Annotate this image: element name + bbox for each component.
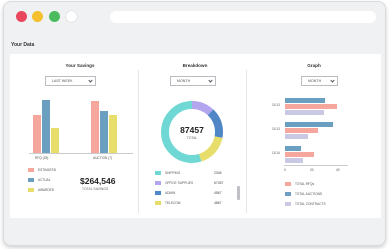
- breakdown-item-admin: ADMIN 4567: [155, 190, 225, 196]
- graph-title: Graph: [307, 63, 321, 68]
- breakdown-item-label: SHIPPING: [165, 171, 181, 175]
- breakdown-item-office-supplies: OFFICE SUPPLIES 67457: [155, 180, 225, 186]
- legend-actual-label: ACTUAL: [38, 178, 51, 182]
- browser-window: Your Data Your Savings LAST WEEK RFQ (28…: [3, 1, 386, 246]
- shipping-swatch: [155, 171, 161, 175]
- breakdown-item-label: ADMIN: [165, 191, 176, 195]
- legend-total-contracts-label: TOTAL CONTRACTS: [295, 202, 326, 206]
- legend-total-rfqs: TOTAL RFQs: [285, 181, 314, 187]
- breakdown-period-value: MONTH: [177, 79, 191, 83]
- breakdown-period-dropdown[interactable]: MONTH: [170, 76, 216, 86]
- dashboard-card: Your Savings LAST WEEK RFQ (28) AUCTION …: [10, 54, 381, 218]
- estimated-swatch: [28, 168, 34, 172]
- legend-total-auctions: TOTAL AUCTIONS: [285, 191, 322, 197]
- graph-axis: [284, 165, 348, 166]
- column-divider: [138, 70, 139, 213]
- graph-bar-total-rfqs: [285, 128, 318, 133]
- breakdown-item-label: OFFICE SUPPLIES: [165, 181, 194, 185]
- actual-swatch: [28, 178, 34, 182]
- savings-bar-awarded: [109, 115, 117, 153]
- extra-window-button[interactable]: [66, 11, 77, 22]
- graph-bar-total-contracts: [285, 134, 309, 139]
- savings-baseline: [29, 153, 133, 154]
- graph-row-label: 11/13: [272, 103, 280, 107]
- total-rfqs-swatch: [285, 182, 291, 186]
- title-bar: [4, 2, 385, 32]
- legend-total-rfqs-label: TOTAL RFQs: [295, 182, 315, 186]
- total-contracts-swatch: [285, 202, 291, 206]
- savings-bar-estimated: [33, 115, 41, 153]
- legend-estimated: ESTIMATED: [28, 167, 56, 173]
- maximize-window-button[interactable]: [49, 11, 60, 22]
- minimize-window-button[interactable]: [32, 11, 43, 22]
- column-divider: [246, 70, 247, 213]
- breakdown-total-value: 87457: [180, 125, 204, 135]
- savings-category-label-auction: AUCTION (7): [93, 156, 113, 160]
- total-auctions-swatch: [285, 192, 291, 196]
- graph-period-value: MONTH: [308, 79, 322, 83]
- graph-row-label: 11/13: [272, 127, 280, 131]
- savings-bar-estimated: [91, 101, 99, 153]
- savings-category-label-rfq: RFQ (28): [35, 156, 49, 160]
- graph-bar-total-rfqs: [285, 104, 337, 109]
- graph-bar-total-auctions: [285, 122, 334, 127]
- breakdown-total-label: TOTAL: [186, 136, 198, 140]
- breakdown-item-shipping: SHIPPING 2346: [155, 170, 225, 176]
- graph-x-tick: 40: [336, 168, 340, 172]
- graph-x-tick: 0: [284, 168, 286, 172]
- savings-bar-actual: [42, 100, 50, 153]
- savings-period-value: LAST WEEK: [52, 79, 73, 83]
- graph-bar-total-rfqs: [285, 152, 314, 157]
- breakdown-item-value: 4867: [214, 201, 222, 205]
- graph-bar-total-auctions: [285, 146, 301, 151]
- savings-bar-awarded: [51, 128, 59, 153]
- legend-actual: ACTUAL: [28, 177, 51, 183]
- breakdown-scrollbar[interactable]: [237, 186, 240, 200]
- graph-bar-total-auctions: [285, 98, 326, 103]
- breakdown-item-telecom: TELECOM 4867: [155, 200, 225, 206]
- legend-total-auctions-label: TOTAL AUCTIONS: [295, 192, 323, 196]
- breakdown-item-label: TELECOM: [165, 201, 181, 205]
- savings-period-dropdown[interactable]: LAST WEEK: [45, 76, 96, 86]
- breakdown-item-value: 4567: [214, 191, 222, 195]
- legend-total-contracts: TOTAL CONTRACTS: [285, 201, 326, 207]
- admin-swatch: [155, 191, 161, 195]
- graph-bar-total-contracts: [285, 158, 304, 163]
- graph-bar-total-contracts: [285, 110, 324, 115]
- graph-period-dropdown[interactable]: MONTH: [301, 76, 338, 86]
- legend-awarded-label: AWARDED: [38, 188, 55, 192]
- chevron-down-icon: [88, 78, 93, 83]
- breakdown-item-value: 2346: [214, 171, 222, 175]
- address-bar[interactable]: [110, 11, 376, 23]
- graph-row-label: 11/14: [272, 151, 280, 155]
- graph-x-tick: 20: [310, 168, 314, 172]
- breakdown-title: Breakdown: [182, 63, 208, 68]
- legend-estimated-label: ESTIMATED: [38, 168, 57, 172]
- chevron-down-icon: [208, 78, 213, 83]
- office-supplies-swatch: [155, 181, 161, 185]
- close-window-button[interactable]: [16, 11, 27, 22]
- total-savings-value: $264,546: [80, 176, 116, 186]
- breakdown-item-value: 67457: [214, 181, 224, 185]
- total-savings-label: TOTAL SAVINGS: [82, 187, 109, 191]
- page-title: Your Data: [11, 42, 35, 48]
- savings-bar-actual: [100, 111, 108, 153]
- telecom-swatch: [155, 201, 161, 205]
- legend-awarded: AWARDED: [28, 187, 54, 193]
- chevron-down-icon: [330, 78, 335, 83]
- savings-title: Your Savings: [65, 63, 95, 68]
- awarded-swatch: [28, 188, 34, 192]
